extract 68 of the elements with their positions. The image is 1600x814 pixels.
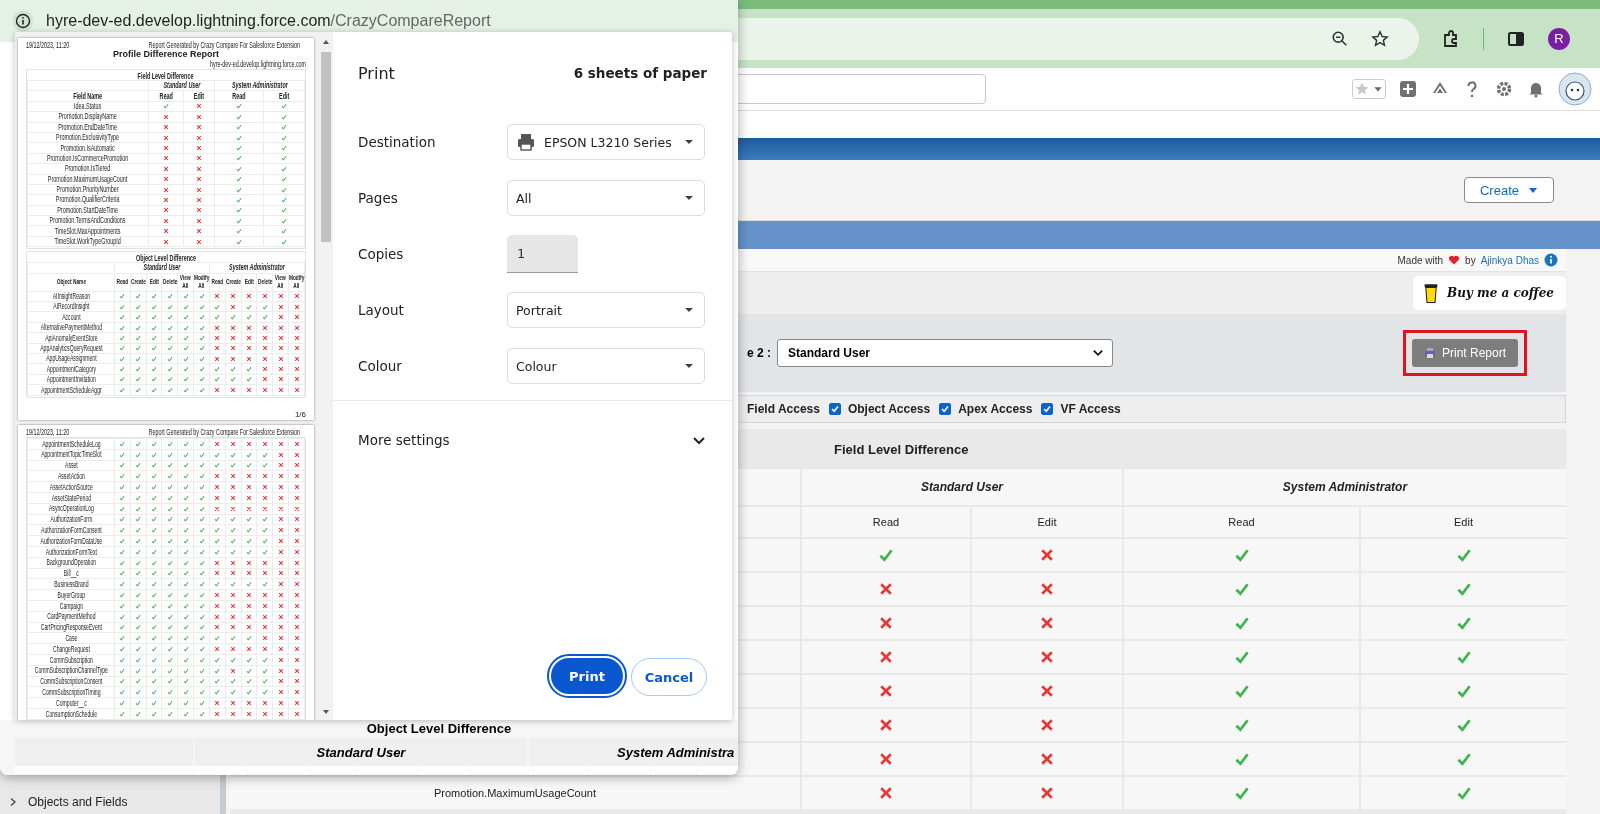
table-cell: ConsumptionSchedule: [28, 708, 114, 719]
column-header: Modify All: [289, 273, 304, 291]
sheet-count: 6 sheets of paper: [573, 65, 707, 81]
column-group-header: System Administrator: [1124, 469, 1566, 505]
credit-text: by: [1465, 254, 1476, 266]
table-cell: AIInsightReason: [28, 291, 114, 302]
column-header: Read: [802, 507, 970, 537]
section-heading: Object Level Difference: [366, 720, 512, 738]
column-header: Edit: [1361, 507, 1566, 537]
page-timestamp: 19/12/2023, 11:20: [26, 40, 70, 50]
column-group-header: System Administrator: [215, 81, 304, 91]
setting-label: Colour: [358, 358, 403, 374]
column-header: Create: [225, 273, 241, 291]
table-cell: CommSubscriptionTiming: [28, 687, 114, 698]
column-group-header: Standard User: [149, 81, 214, 91]
table-cell: AppointmentTopicTimeSlot: [28, 449, 114, 460]
dialog-title: Print: [358, 63, 395, 83]
sidebar-item-label: Objects and Fields: [28, 795, 128, 809]
table-cell: AppointmentScheduleAggr: [28, 385, 114, 395]
column-header: View All: [273, 273, 289, 291]
setting-label: Pages: [358, 190, 399, 206]
checkbox-label: Apex Access: [958, 402, 1033, 416]
page-number: 1/6: [294, 411, 306, 419]
credit-text: Made with: [1397, 254, 1444, 266]
column-header: Read: [1124, 507, 1359, 537]
table-cell: AppointmentInvitation: [28, 374, 114, 385]
column-group-header: Standard User: [195, 738, 527, 766]
page-header-text: Report Generated by Crazy Compare For Salesforce Extension: [148, 427, 300, 437]
column-group-header: System Administra: [529, 738, 738, 766]
table-cell: BuyerGroup: [28, 590, 114, 600]
report-title: Profile Difference Report: [112, 50, 219, 59]
page-header-text: Report Generated by Crazy Compare For Salesforce Extension: [148, 40, 300, 50]
table-cell: Promotion.MaximumUsageCount: [28, 174, 148, 184]
column-group-header: Standard User: [115, 263, 209, 273]
checkbox-label: Object Access: [847, 402, 931, 416]
table-cell: Campaign: [28, 600, 114, 611]
table-title: Field Level Difference: [138, 71, 194, 81]
column-header: Modify All: [194, 273, 209, 291]
setting-label: Destination: [358, 134, 437, 150]
column-header: Edit: [184, 91, 214, 101]
column-header: Read: [149, 91, 183, 101]
column-header: Field Name: [28, 91, 148, 101]
table-cell: Promotion.IsTiered: [28, 164, 148, 174]
checkbox-label: Field Access: [747, 402, 820, 416]
report-host: hyre-dev-ed.develop.lightning.force.com: [209, 59, 306, 69]
setting-label: Layout: [358, 302, 405, 318]
table-cell: AppointmentScheduleLog: [28, 439, 114, 449]
column-header: Delete: [162, 273, 178, 291]
table-cell: AlternativePaymentMethod: [28, 322, 114, 333]
column-header: View All: [178, 273, 194, 291]
page-timestamp: 19/12/2023, 11:20: [26, 427, 70, 437]
table-cell: Idea.Status: [28, 101, 148, 112]
column-group-header: System Administrator: [210, 263, 304, 273]
url-text: hyre-dev-ed.develop.lightning.force.com/CrazyCompareReport: [46, 12, 491, 30]
column-header: Create: [130, 273, 146, 291]
table-cell: Promotion.DisplayName: [28, 112, 148, 122]
table-cell: TimeSlot.WorkTypeGroupId: [28, 236, 148, 247]
profile-label: e 2 :: [747, 346, 771, 360]
checkbox-label: VF Access: [1060, 402, 1121, 416]
table-cell: Computer__c: [28, 698, 114, 708]
column-header: Edit: [972, 507, 1122, 537]
column-group-header: Standard User: [802, 469, 1122, 505]
table-cell: ChangeRequest: [28, 644, 114, 654]
table-cell: Promotion.MaximumUsageCount: [230, 777, 800, 809]
table-title: Object Level Difference: [136, 253, 196, 263]
setting-label: Copies: [358, 246, 405, 262]
table-cell: CommSubscription: [28, 654, 114, 665]
table-title: Field Level Difference: [834, 441, 969, 457]
